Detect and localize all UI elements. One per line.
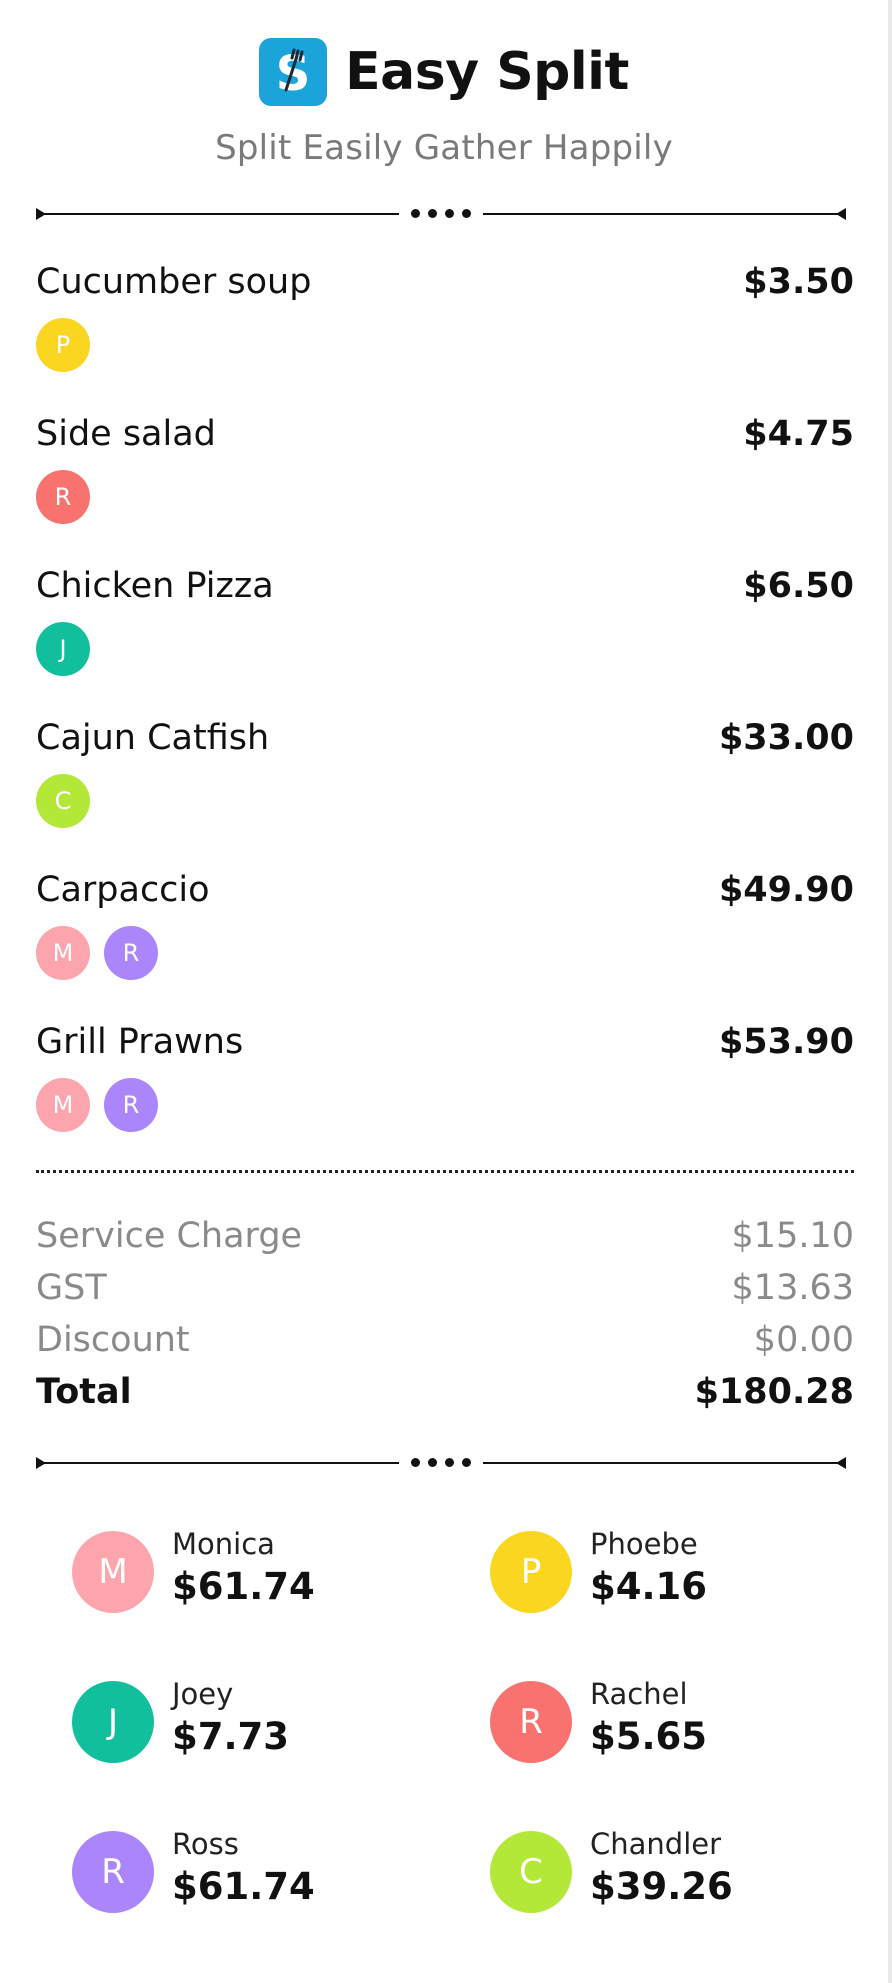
avatar[interactable]: R — [36, 470, 90, 524]
brand-header: S Easy Split — [0, 38, 888, 106]
person-name: Ross — [172, 1827, 239, 1861]
discount-row: Discount $0.00 — [36, 1320, 854, 1370]
divider-arrow-right-icon — [836, 1457, 846, 1469]
person-amount: $39.26 — [590, 1865, 733, 1908]
person-card-monica[interactable]: M Monica $61.74 — [72, 1527, 452, 1631]
person-amount: $61.74 — [172, 1865, 315, 1908]
avatar[interactable]: C — [36, 774, 90, 828]
discount-label: Discount — [36, 1320, 190, 1360]
person-card-joey[interactable]: J Joey $7.73 — [72, 1677, 452, 1781]
item-price: $53.90 — [718, 1022, 854, 1062]
person-name: Monica — [172, 1527, 275, 1561]
app-logo-icon: S — [259, 38, 328, 106]
avatar: R — [72, 1831, 154, 1913]
avatar[interactable]: M — [36, 926, 90, 980]
item-price: $3.50 — [743, 262, 854, 302]
item-people: R — [36, 470, 90, 524]
person-amount: $61.74 — [172, 1565, 315, 1608]
window-edge — [888, 0, 892, 1983]
item-name: Chicken Pizza — [36, 566, 274, 606]
person-name: Phoebe — [590, 1527, 698, 1561]
app-tagline: Split Easily Gather Happily — [215, 128, 673, 168]
item-people: M R — [36, 926, 158, 980]
item-people: M R — [36, 1078, 158, 1132]
bill-item-chicken-pizza[interactable]: Chicken Pizza $6.50 J — [36, 566, 854, 686]
item-price: $33.00 — [718, 718, 854, 758]
avatar: C — [490, 1831, 572, 1913]
item-name: Carpaccio — [36, 870, 210, 910]
person-name: Joey — [172, 1677, 234, 1711]
item-name: Grill Prawns — [36, 1022, 244, 1062]
item-people: C — [36, 774, 90, 828]
app-title: Easy Split — [345, 42, 629, 102]
section-divider — [36, 204, 846, 224]
service-charge-value: $15.10 — [731, 1216, 854, 1256]
item-name: Cajun Catfish — [36, 718, 270, 758]
avatar[interactable]: R — [104, 1078, 158, 1132]
item-people: J — [36, 622, 90, 676]
discount-value: $0.00 — [753, 1320, 854, 1360]
total-value: $180.28 — [694, 1372, 854, 1412]
gst-row: GST $13.63 — [36, 1268, 854, 1318]
avatar: J — [72, 1681, 154, 1763]
item-name: Cucumber soup — [36, 262, 312, 302]
person-name: Rachel — [590, 1677, 688, 1711]
divider-dots-icon — [411, 209, 471, 219]
service-charge-label: Service Charge — [36, 1216, 303, 1256]
item-name: Side salad — [36, 414, 216, 454]
receipt-screen: S Easy Split Split Easily Gather Happily… — [0, 0, 888, 1983]
avatar[interactable]: J — [36, 622, 90, 676]
bill-item-carpaccio[interactable]: Carpaccio $49.90 M R — [36, 870, 854, 990]
avatar[interactable]: R — [104, 926, 158, 980]
person-name: Chandler — [590, 1827, 722, 1861]
bill-item-cajun-catfish[interactable]: Cajun Catfish $33.00 C — [36, 718, 854, 838]
dotted-divider — [36, 1170, 854, 1173]
item-people: P — [36, 318, 90, 372]
gst-value: $13.63 — [731, 1268, 854, 1308]
gst-label: GST — [36, 1268, 107, 1308]
person-amount: $7.73 — [172, 1715, 290, 1758]
person-amount: $5.65 — [590, 1715, 708, 1758]
avatar: R — [490, 1681, 572, 1763]
person-card-phoebe[interactable]: P Phoebe $4.16 — [490, 1527, 870, 1631]
item-price: $4.75 — [743, 414, 854, 454]
avatar[interactable]: P — [36, 318, 90, 372]
bill-item-side-salad[interactable]: Side salad $4.75 R — [36, 414, 854, 534]
avatar[interactable]: M — [36, 1078, 90, 1132]
divider-dots-icon — [411, 1458, 471, 1468]
person-amount: $4.16 — [590, 1565, 708, 1608]
person-card-rachel[interactable]: R Rachel $5.65 — [490, 1677, 870, 1781]
person-card-ross[interactable]: R Ross $61.74 — [72, 1827, 452, 1931]
divider-arrow-right-icon — [836, 208, 846, 220]
item-price: $6.50 — [743, 566, 854, 606]
person-card-chandler[interactable]: C Chandler $39.26 — [490, 1827, 870, 1931]
avatar: M — [72, 1531, 154, 1613]
bill-item-cucumber-soup[interactable]: Cucumber soup $3.50 P — [36, 262, 854, 382]
bill-item-grill-prawns[interactable]: Grill Prawns $53.90 M R — [36, 1022, 854, 1142]
service-charge-row: Service Charge $15.10 — [36, 1216, 854, 1266]
total-label: Total — [36, 1372, 132, 1412]
total-row: Total $180.28 — [36, 1372, 854, 1422]
section-divider — [36, 1453, 846, 1473]
avatar: P — [490, 1531, 572, 1613]
item-price: $49.90 — [718, 870, 854, 910]
